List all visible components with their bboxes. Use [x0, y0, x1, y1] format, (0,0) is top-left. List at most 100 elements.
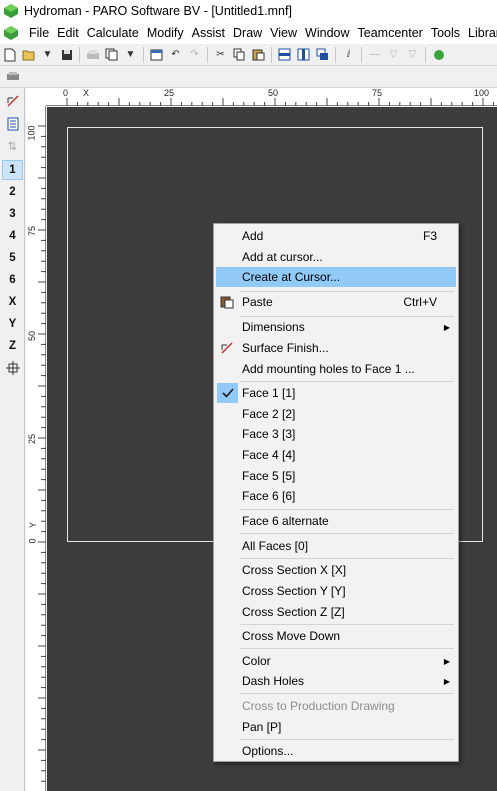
menu-modify[interactable]: Modify: [143, 26, 188, 40]
menu-item-options[interactable]: Options...: [216, 741, 456, 761]
ruler-label-75: 75: [372, 88, 383, 98]
menu-item-add[interactable]: Add F3: [216, 226, 456, 246]
menu-item-add-shortcut: F3: [422, 229, 437, 243]
menu-item-face-2[interactable]: Face 2 [2]: [216, 404, 456, 424]
redo-icon[interactable]: ↷: [185, 46, 204, 64]
left-item-face-5[interactable]: 5: [2, 248, 23, 268]
weld-tool-icon[interactable]: ▽: [403, 46, 422, 64]
menu-teamcenter[interactable]: Teamcenter: [354, 26, 427, 40]
menu-window[interactable]: Window: [301, 26, 353, 40]
cascade-windows-icon[interactable]: [313, 46, 332, 64]
document-tool-icon[interactable]: [2, 114, 23, 134]
hydroman-logo-icon: [4, 4, 18, 18]
submenu-arrow-icon: ▶: [443, 676, 450, 686]
save-icon[interactable]: [57, 46, 76, 64]
menu-calculate[interactable]: Calculate: [83, 26, 143, 40]
menu-item-add-mounting-holes[interactable]: Add mounting holes to Face 1 ...: [216, 359, 456, 379]
menu-item-cross-section-x[interactable]: Cross Section X [X]: [216, 560, 456, 580]
menu-separator: [240, 558, 454, 559]
menu-bar: File Edit Calculate Modify Assist Draw V…: [0, 22, 497, 44]
menu-item-cross-section-y[interactable]: Cross Section Y [Y]: [216, 581, 456, 601]
menu-item-add-at-cursor[interactable]: Add at cursor...: [216, 247, 456, 267]
app-menu-icon[interactable]: [3, 25, 19, 41]
copy-page-icon[interactable]: [102, 46, 121, 64]
menu-item-pan[interactable]: Pan [P]: [216, 717, 456, 737]
menu-item-create-at-cursor[interactable]: Create at Cursor...: [216, 267, 456, 287]
left-item-section-x[interactable]: X: [2, 292, 23, 312]
properties-icon[interactable]: [147, 46, 166, 64]
left-item-face-6[interactable]: 6: [2, 270, 23, 290]
menu-library[interactable]: Library: [464, 26, 497, 40]
copy-dropdown-icon[interactable]: ▼: [121, 46, 140, 64]
layer-tool-icon[interactable]: [3, 68, 22, 86]
menu-edit[interactable]: Edit: [53, 26, 83, 40]
line-tool-icon[interactable]: —: [365, 46, 384, 64]
menu-tools[interactable]: Tools: [427, 26, 464, 40]
menu-item-face-6[interactable]: Face 6 [6]: [216, 486, 456, 506]
menu-item-paste-shortcut: Ctrl+V: [403, 295, 437, 309]
dimension-tool-icon[interactable]: [2, 91, 23, 111]
funnel-tool-icon[interactable]: ▽: [384, 46, 403, 64]
left-item-face-3[interactable]: 3: [2, 204, 23, 224]
left-item-section-z[interactable]: Z: [2, 336, 23, 356]
menu-separator: [240, 624, 454, 625]
left-item-face-2[interactable]: 2: [2, 182, 23, 202]
layout-horizontal-icon[interactable]: [275, 46, 294, 64]
sort-tool-icon[interactable]: ⇅: [2, 136, 23, 156]
menu-item-all-faces[interactable]: All Faces [0]: [216, 536, 456, 556]
menu-item-cross-move-down[interactable]: Cross Move Down: [216, 626, 456, 646]
menu-file[interactable]: File: [25, 26, 53, 40]
paste-icon[interactable]: [249, 46, 268, 64]
ruler-label-0: 0: [63, 88, 69, 98]
menu-item-paste[interactable]: Paste Ctrl+V: [216, 292, 456, 312]
surface-finish-icon: [221, 342, 233, 354]
copy-icon[interactable]: [230, 46, 249, 64]
menu-item-cross-section-x-label: Cross Section X [X]: [242, 563, 347, 577]
toolbar-divider: [425, 46, 426, 63]
menu-item-cross-section-z[interactable]: Cross Section Z [Z]: [216, 602, 456, 622]
context-menu: Add F3 Add at cursor... Create at Cursor…: [213, 223, 459, 762]
layout-vertical-icon[interactable]: [294, 46, 313, 64]
menu-item-face-1-label: Face 1 [1]: [242, 386, 296, 400]
menu-item-face-5[interactable]: Face 5 [5]: [216, 466, 456, 486]
menu-item-dash-holes-label: Dash Holes: [242, 674, 305, 688]
open-folder-icon[interactable]: [19, 46, 38, 64]
main-toolbar: ▼ ▼ ↶ ↷ ✂ ⅈ — ▽ ▽: [0, 44, 497, 66]
menu-item-color[interactable]: Color ▶: [216, 651, 456, 671]
new-file-icon[interactable]: [0, 46, 19, 64]
ruler-label-v25: 25: [27, 433, 38, 445]
ruler-label-x: X: [83, 88, 90, 98]
undo-icon[interactable]: ↶: [166, 46, 185, 64]
left-item-face-4[interactable]: 4: [2, 226, 23, 246]
menu-separator: [240, 739, 454, 740]
submenu-arrow-icon: ▶: [443, 656, 450, 666]
menu-item-pan-label: Pan [P]: [242, 720, 282, 734]
menu-item-create-at-cursor-label: Create at Cursor...: [242, 270, 341, 284]
open-dropdown-icon[interactable]: ▼: [38, 46, 57, 64]
print-icon[interactable]: [83, 46, 102, 64]
menu-item-dimensions[interactable]: Dimensions ▶: [216, 317, 456, 337]
menu-item-surface-finish-label: Surface Finish...: [242, 341, 329, 355]
left-item-face-1[interactable]: 1: [2, 160, 23, 180]
menu-item-dash-holes[interactable]: Dash Holes ▶: [216, 671, 456, 691]
menu-item-face-3[interactable]: Face 3 [3]: [216, 424, 456, 444]
menu-view[interactable]: View: [266, 26, 301, 40]
toolbar-divider: [361, 46, 362, 63]
menu-item-face-4[interactable]: Face 4 [4]: [216, 445, 456, 465]
ruler-corner: [26, 88, 46, 106]
menu-item-face-1[interactable]: Face 1 [1]: [216, 383, 456, 403]
green-status-icon[interactable]: [429, 46, 448, 64]
menu-assist[interactable]: Assist: [188, 26, 229, 40]
menu-item-surface-finish[interactable]: Surface Finish...: [216, 338, 456, 358]
menu-item-dimensions-label: Dimensions: [242, 320, 305, 334]
cut-icon[interactable]: ✂: [211, 46, 230, 64]
menu-item-cross-to-production: Cross to Production Drawing: [216, 696, 456, 716]
menu-item-face-6-alternate[interactable]: Face 6 alternate: [216, 511, 456, 531]
menu-separator: [240, 693, 454, 694]
help-icon[interactable]: ⅈ: [339, 46, 358, 64]
menu-draw[interactable]: Draw: [229, 26, 266, 40]
left-tool-panel: ⇅ 1 2 3 4 5 6 X Y Z: [0, 88, 25, 791]
secondary-toolbar: [0, 66, 497, 88]
cross-move-icon[interactable]: [2, 358, 23, 378]
left-item-section-y[interactable]: Y: [2, 314, 23, 334]
